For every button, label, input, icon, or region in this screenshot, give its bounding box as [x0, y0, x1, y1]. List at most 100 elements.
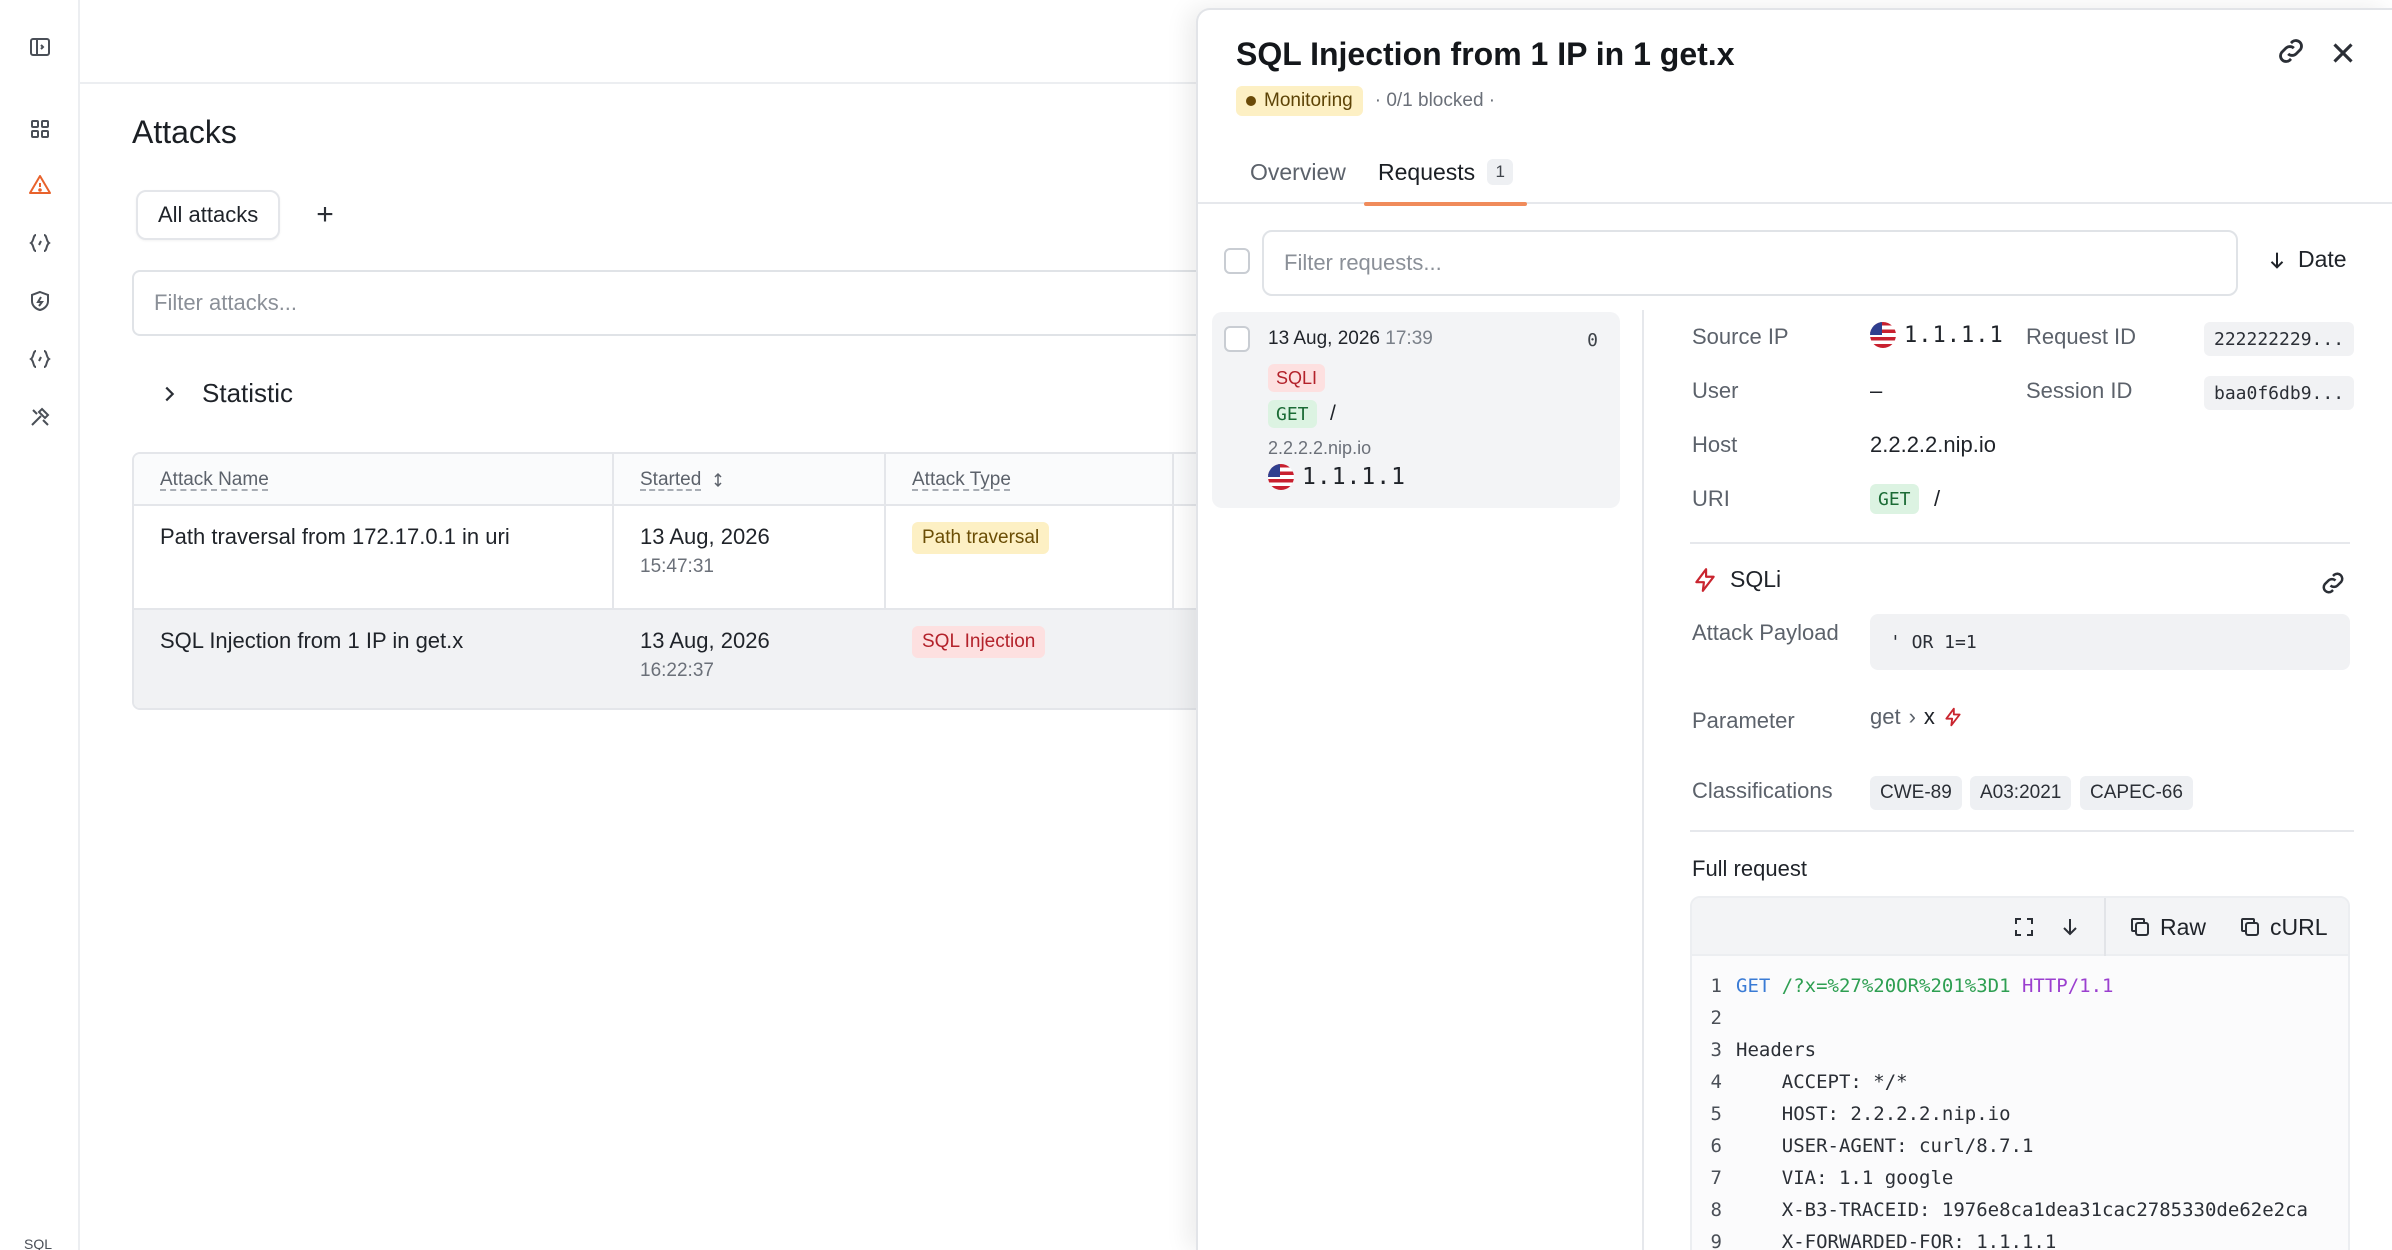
line-number: 7: [1710, 1167, 1722, 1189]
sort-date-button[interactable]: Date: [2266, 246, 2347, 273]
request-host: 2.2.2.2.nip.io: [1268, 438, 1372, 458]
code-line: 9 X-FORWARDED-FOR: 1.1.1.1: [1692, 1226, 2057, 1250]
code-text: X-B3-TRACEID: 1976e8ca1dea31cac2785330de…: [1736, 1199, 2308, 1221]
table-row[interactable]: Path traversal from 172.17.0.1 in uri 13…: [134, 506, 1230, 608]
request-id-label: Request ID: [2026, 324, 2137, 349]
us-flag-icon: [1268, 464, 1294, 490]
tab-requests-label: Requests: [1378, 158, 1476, 185]
attack-detail-drawer: SQL Injection from 1 IP in 1 get.x Monit…: [1196, 8, 2392, 1250]
close-icon[interactable]: [2326, 36, 2360, 70]
filter-requests-input[interactable]: Filter requests...: [1262, 230, 2238, 296]
api-braces-icon[interactable]: [21, 224, 59, 262]
sidebar: SQL: [0, 0, 80, 1250]
attack-date: 13 Aug, 2026: [640, 628, 770, 653]
attack-payload-value[interactable]: ' OR 1=1: [1870, 614, 2350, 670]
code-url: /?x=%27%20OR%201%3D1: [1770, 975, 2011, 997]
session-id-value[interactable]: baa0f6db9...: [2204, 376, 2355, 410]
split-divider: [1642, 310, 1644, 1250]
dashboard-grid-icon[interactable]: [21, 110, 59, 148]
attack-time: 16:22:37: [640, 660, 714, 681]
attack-type-badge: Path traversal: [912, 522, 1050, 554]
column-started[interactable]: Started: [640, 454, 727, 506]
code-text: ACCEPT: */*: [1736, 1071, 1908, 1093]
source-ip-value: 1.1.1.1: [1904, 322, 2004, 348]
code-text: VIA: 1.1 google: [1736, 1167, 1954, 1189]
uri-method-badge: GET: [1870, 484, 1919, 514]
code-line: 3 Headers: [1692, 1034, 1817, 1066]
status-dot-icon: [1246, 96, 1256, 106]
blocked-count: · 0/1 blocked ·: [1374, 90, 1496, 111]
attack-payload-label: Attack Payload: [1692, 620, 1839, 645]
table-header: Attack Name Started Attack Type: [134, 454, 1230, 506]
parameter-key: x: [1923, 704, 1935, 729]
line-number: 3: [1710, 1039, 1722, 1061]
drawer-title: SQL Injection from 1 IP in 1 get.x: [1236, 36, 1735, 72]
shield-icon[interactable]: [21, 282, 59, 320]
expand-icon[interactable]: [2012, 908, 2036, 946]
request-count: 0: [1587, 330, 1598, 351]
attacks-table: Attack Name Started Attack Type Path tra…: [132, 452, 1232, 710]
copy-raw-button[interactable]: Raw: [2128, 908, 2206, 946]
code-method: GET: [1736, 975, 1771, 997]
link-icon[interactable]: [2274, 34, 2308, 68]
tab-overview[interactable]: Overview: [1250, 140, 1346, 204]
source-ip-label: Source IP: [1692, 324, 1789, 349]
column-started-label: Started: [640, 469, 702, 490]
panel-toggle-icon[interactable]: [21, 28, 59, 66]
api-braces-icon[interactable]: [21, 340, 59, 378]
line-number: 9: [1710, 1231, 1722, 1250]
sort-date-label: Date: [2298, 246, 2347, 272]
request-id-value[interactable]: 222222229...: [2204, 322, 2355, 356]
request-checkbox[interactable]: [1224, 326, 1250, 352]
page-title: Attacks: [132, 114, 237, 150]
download-icon[interactable]: [2058, 908, 2082, 946]
add-tab-button[interactable]: +: [308, 198, 342, 232]
classification-chip[interactable]: CAPEC-66: [2080, 776, 2193, 810]
attack-name: Path traversal from 172.17.0.1 in uri: [160, 524, 510, 549]
statistic-toggle[interactable]: Statistic: [158, 378, 293, 409]
classification-chip[interactable]: A03:2021: [1970, 776, 2072, 810]
table-row[interactable]: SQL Injection from 1 IP in get.x 13 Aug,…: [134, 608, 1230, 708]
sidebar-footer-text: SQL: [24, 1236, 53, 1250]
attack-section-header: SQLi: [1692, 566, 1781, 593]
user-value: –: [1870, 378, 1883, 403]
column-attack-type[interactable]: Attack Type: [912, 454, 1011, 506]
code-line: 6 USER-AGENT: curl/8.7.1: [1692, 1130, 2034, 1162]
attack-type-badge: SQL Injection: [912, 626, 1046, 658]
warning-triangle-icon[interactable]: [21, 166, 59, 204]
tools-icon[interactable]: [21, 398, 59, 436]
filter-attacks-input[interactable]: Filter attacks...: [132, 270, 1232, 336]
full-request-label: Full request: [1692, 856, 1807, 881]
select-all-checkbox[interactable]: [1224, 248, 1250, 274]
chevron-right-icon: [165, 386, 175, 401]
request-list-item[interactable]: 13 Aug, 2026 17:39 0 SQLI GET / 2.2.2.2.…: [1212, 312, 1620, 508]
attack-name: SQL Injection from 1 IP in get.x: [160, 628, 464, 653]
classification-chip[interactable]: CWE-89: [1870, 776, 1962, 810]
code-text: X-FORWARDED-FOR: 1.1.1.1: [1736, 1231, 2057, 1250]
request-datetime: 13 Aug, 2026 17:39: [1268, 328, 1433, 350]
code-text: USER-AGENT: curl/8.7.1: [1736, 1135, 2034, 1157]
code-protocol: HTTP/1.1: [2010, 975, 2114, 997]
source-ip: 1.1.1.1: [1870, 322, 2004, 348]
tab-requests-count: 1: [1487, 159, 1514, 185]
copy-curl-label: cURL: [2270, 913, 2328, 940]
tab-requests[interactable]: Requests 1: [1363, 140, 1528, 206]
arrow-down-icon: [2270, 252, 2284, 269]
uri-path: /: [1934, 486, 1941, 511]
lightning-icon: [1945, 707, 1961, 727]
line-number: 1: [1710, 975, 1722, 997]
code-text: Headers: [1736, 1039, 1817, 1061]
request-time: 17:39: [1385, 328, 1433, 349]
request-path: /: [1330, 402, 1336, 425]
tab-all-attacks[interactable]: All attacks: [136, 190, 281, 240]
attack-link-icon[interactable]: [2318, 568, 2348, 603]
statistic-label: Statistic: [202, 378, 294, 408]
divider: [1690, 830, 2354, 832]
drawer-status: Monitoring · 0/1 blocked ·: [1236, 86, 1495, 116]
full-request-code: Raw cURL 1 GET /?x=%27%20OR%201%3D1 HTTP…: [1690, 896, 2350, 1250]
code-line: 7 VIA: 1.1 google: [1692, 1162, 1954, 1194]
column-attack-name[interactable]: Attack Name: [160, 454, 269, 506]
copy-curl-button[interactable]: cURL: [2238, 908, 2328, 946]
attack-date: 13 Aug, 2026: [640, 524, 770, 549]
status-badge: Monitoring: [1236, 86, 1363, 116]
